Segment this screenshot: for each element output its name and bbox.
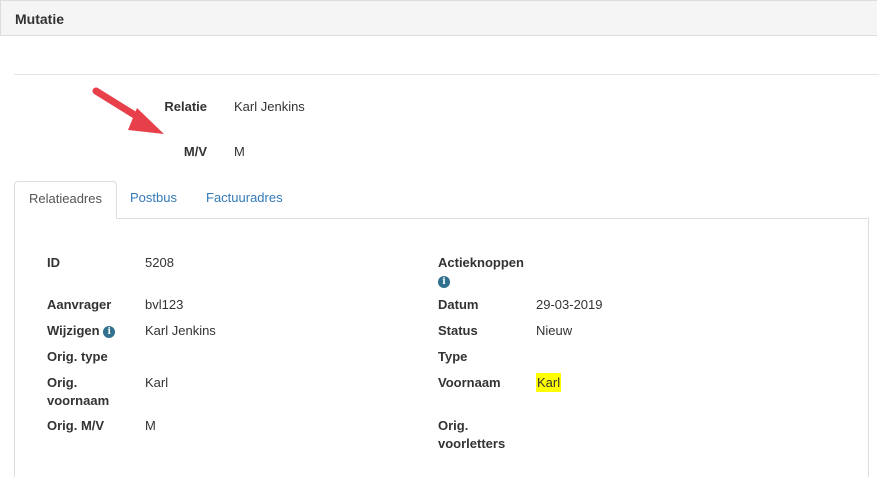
orig-mv-value: M bbox=[145, 418, 156, 433]
tab-factuuradres[interactable]: Factuuradres bbox=[192, 181, 297, 217]
mv-label: M/V bbox=[183, 144, 207, 159]
orig-voorletters-label-line2: voorletters bbox=[438, 436, 506, 451]
relatie-label: Relatie bbox=[164, 99, 207, 114]
orig-voorletters-label-line1: Orig. bbox=[438, 418, 469, 433]
datum-label: Datum bbox=[438, 297, 479, 312]
panel-header: Mutatie bbox=[0, 0, 877, 36]
tab-bar: Relatieadres Postbus Factuuradres bbox=[14, 181, 867, 219]
orig-mv-label: Orig. M/V bbox=[47, 418, 105, 433]
wijzigen-value: Karl Jenkins bbox=[145, 323, 216, 338]
status-label: Status bbox=[438, 323, 478, 338]
orig-voornaam-label-line2: voornaam bbox=[47, 393, 110, 408]
voornaam-value: Karl bbox=[536, 373, 562, 392]
panel-title: Mutatie bbox=[15, 11, 64, 27]
voornaam-label: Voornaam bbox=[438, 375, 501, 390]
status-value: Nieuw bbox=[536, 323, 573, 338]
aanvrager-value: bvl123 bbox=[145, 297, 184, 312]
tab-content: ID 5208 Aanvrager bvl123 Wijzigen i Karl… bbox=[14, 217, 869, 477]
actieknoppen-label: Actieknoppen i bbox=[438, 254, 524, 290]
orig-voorletters-label: Orig. voorletters bbox=[438, 417, 505, 453]
orig-voornaam-label: Orig. voornaam bbox=[47, 374, 109, 410]
info-icon[interactable]: i bbox=[438, 276, 450, 288]
divider bbox=[14, 74, 879, 75]
voornaam-highlight: Karl bbox=[536, 373, 562, 392]
id-label: ID bbox=[47, 255, 60, 270]
tab-relatieadres[interactable]: Relatieadres bbox=[14, 181, 117, 219]
aanvrager-label: Aanvrager bbox=[47, 297, 112, 312]
datum-value: 29-03-2019 bbox=[536, 297, 603, 312]
orig-voornaam-label-line1: Orig. bbox=[47, 375, 78, 390]
id-value: 5208 bbox=[145, 255, 174, 270]
wijzigen-label: Wijzigen i bbox=[47, 322, 116, 340]
orig-voornaam-value: Karl bbox=[145, 375, 169, 390]
orig-type-label: Orig. type bbox=[47, 349, 108, 364]
type-label: Type bbox=[438, 349, 468, 364]
tab-postbus[interactable]: Postbus bbox=[116, 181, 191, 217]
relatie-value: Karl Jenkins bbox=[234, 99, 305, 114]
wijzigen-label-text: Wijzigen bbox=[47, 323, 100, 338]
actieknoppen-label-text: Actieknoppen bbox=[438, 255, 524, 270]
info-icon[interactable]: i bbox=[103, 326, 116, 338]
mv-value: M bbox=[234, 144, 245, 159]
